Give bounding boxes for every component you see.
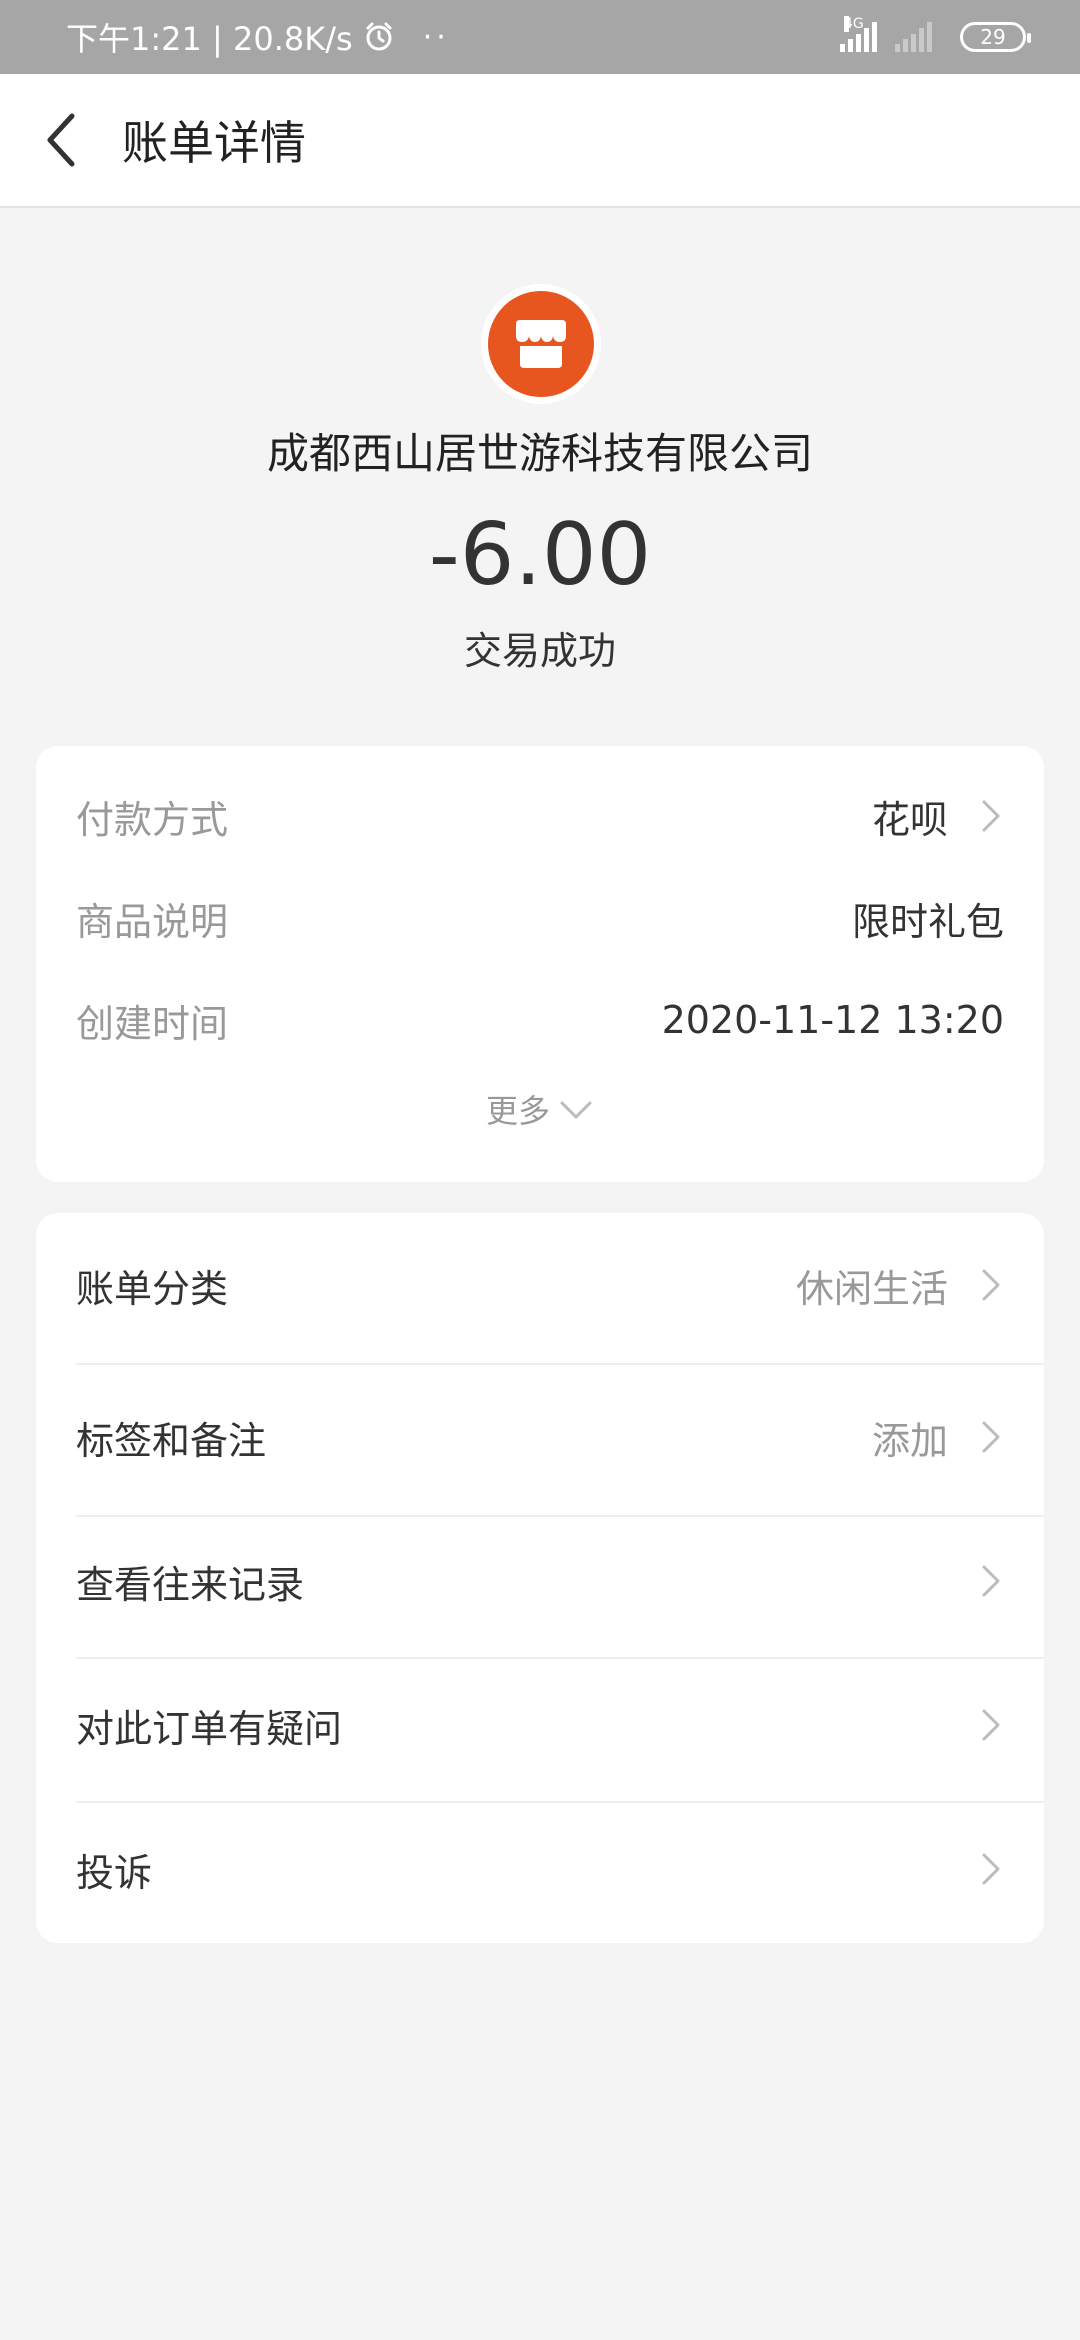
- battery-level: 29: [980, 25, 1006, 49]
- details-card: 付款方式 花呗 商品说明 限时礼包 创建时间 2020-11-12 13:20 …: [36, 746, 1044, 1182]
- complaint-value-wrap: [948, 1851, 1004, 1887]
- tags-notes-value: 添加: [871, 1418, 948, 1463]
- status-time-speed: 下午1:21 | 20.8K/s: [66, 20, 353, 58]
- tags-notes-label: 标签和备注: [76, 1418, 267, 1463]
- alarm-icon: [366, 22, 392, 51]
- status-left: 下午1:21 | 20.8K/s ··: [66, 14, 450, 60]
- history-value-wrap: [948, 1563, 1004, 1599]
- chevron-right-icon: [982, 1709, 1000, 1741]
- network-type: 4G: [844, 16, 864, 32]
- back-arrow-icon: [47, 113, 75, 167]
- complaint-row[interactable]: 投诉: [76, 1797, 1004, 1941]
- merchant-name: 成都西山居世游科技有限公司: [266, 429, 813, 478]
- signal-icon-secondary: [895, 22, 932, 52]
- created-time-value: 2020-11-12 13:20: [661, 998, 1004, 1042]
- chevron-down-icon: [560, 1101, 592, 1119]
- payment-method-value-wrap: 花呗: [872, 789, 1004, 844]
- transaction-amount: -6.00: [428, 505, 652, 605]
- chevron-right-icon: [982, 800, 1000, 832]
- back-button[interactable]: [0, 73, 120, 207]
- order-question-label: 对此订单有疑问: [76, 1706, 343, 1751]
- payment-method-value: 花呗: [871, 797, 948, 842]
- actions-card: 账单分类 休闲生活 标签和备注 添加 查看往来记录 对此订单有疑问 投诉: [36, 1213, 1044, 1943]
- order-question-row[interactable]: 对此订单有疑问: [76, 1653, 1004, 1797]
- page-title: 账单详情: [122, 116, 306, 170]
- tags-notes-value-wrap: 添加: [872, 1410, 1004, 1465]
- store-icon: [516, 320, 566, 368]
- chevron-right-icon: [982, 1421, 1000, 1453]
- product-value: 限时礼包: [851, 899, 1004, 944]
- more-label: 更多: [485, 1092, 550, 1130]
- order-question-value-wrap: [948, 1707, 1004, 1743]
- complaint-label: 投诉: [76, 1850, 153, 1895]
- payment-method-row[interactable]: 付款方式 花呗: [76, 786, 1004, 846]
- tags-notes-row[interactable]: 标签和备注 添加: [76, 1365, 1004, 1509]
- chevron-right-icon: [982, 1565, 1000, 1597]
- merchant-avatar-inner: [488, 291, 594, 397]
- chevron-right-icon: [982, 1269, 1000, 1301]
- status-bar: 下午1:21 | 20.8K/s ·· 4G 29: [0, 0, 1080, 74]
- status-right: 4G 29: [840, 16, 1031, 52]
- battery-icon: 29: [960, 22, 1031, 52]
- bill-category-row[interactable]: 账单分类 休闲生活: [76, 1213, 1004, 1357]
- transaction-status: 交易成功: [463, 629, 616, 673]
- product-label: 商品说明: [76, 899, 229, 944]
- signal-icon: 4G: [840, 16, 877, 52]
- bill-category-value-wrap: 休闲生活: [796, 1258, 1004, 1313]
- history-label: 查看往来记录: [76, 1562, 305, 1607]
- status-dots: ··: [422, 19, 450, 55]
- created-time-row: 创建时间 2020-11-12 13:20: [76, 990, 1004, 1050]
- chevron-right-icon: [982, 1853, 1000, 1885]
- payment-method-label: 付款方式: [76, 797, 229, 842]
- bill-category-label: 账单分类: [76, 1266, 229, 1311]
- bill-category-value: 休闲生活: [795, 1266, 948, 1311]
- created-time-label: 创建时间: [76, 1001, 229, 1046]
- more-button[interactable]: 更多: [36, 1086, 1044, 1132]
- merchant-avatar: [481, 284, 601, 404]
- header: 账单详情: [0, 74, 1080, 208]
- product-row: 商品说明 限时礼包: [76, 888, 1004, 948]
- history-row[interactable]: 查看往来记录: [76, 1509, 1004, 1653]
